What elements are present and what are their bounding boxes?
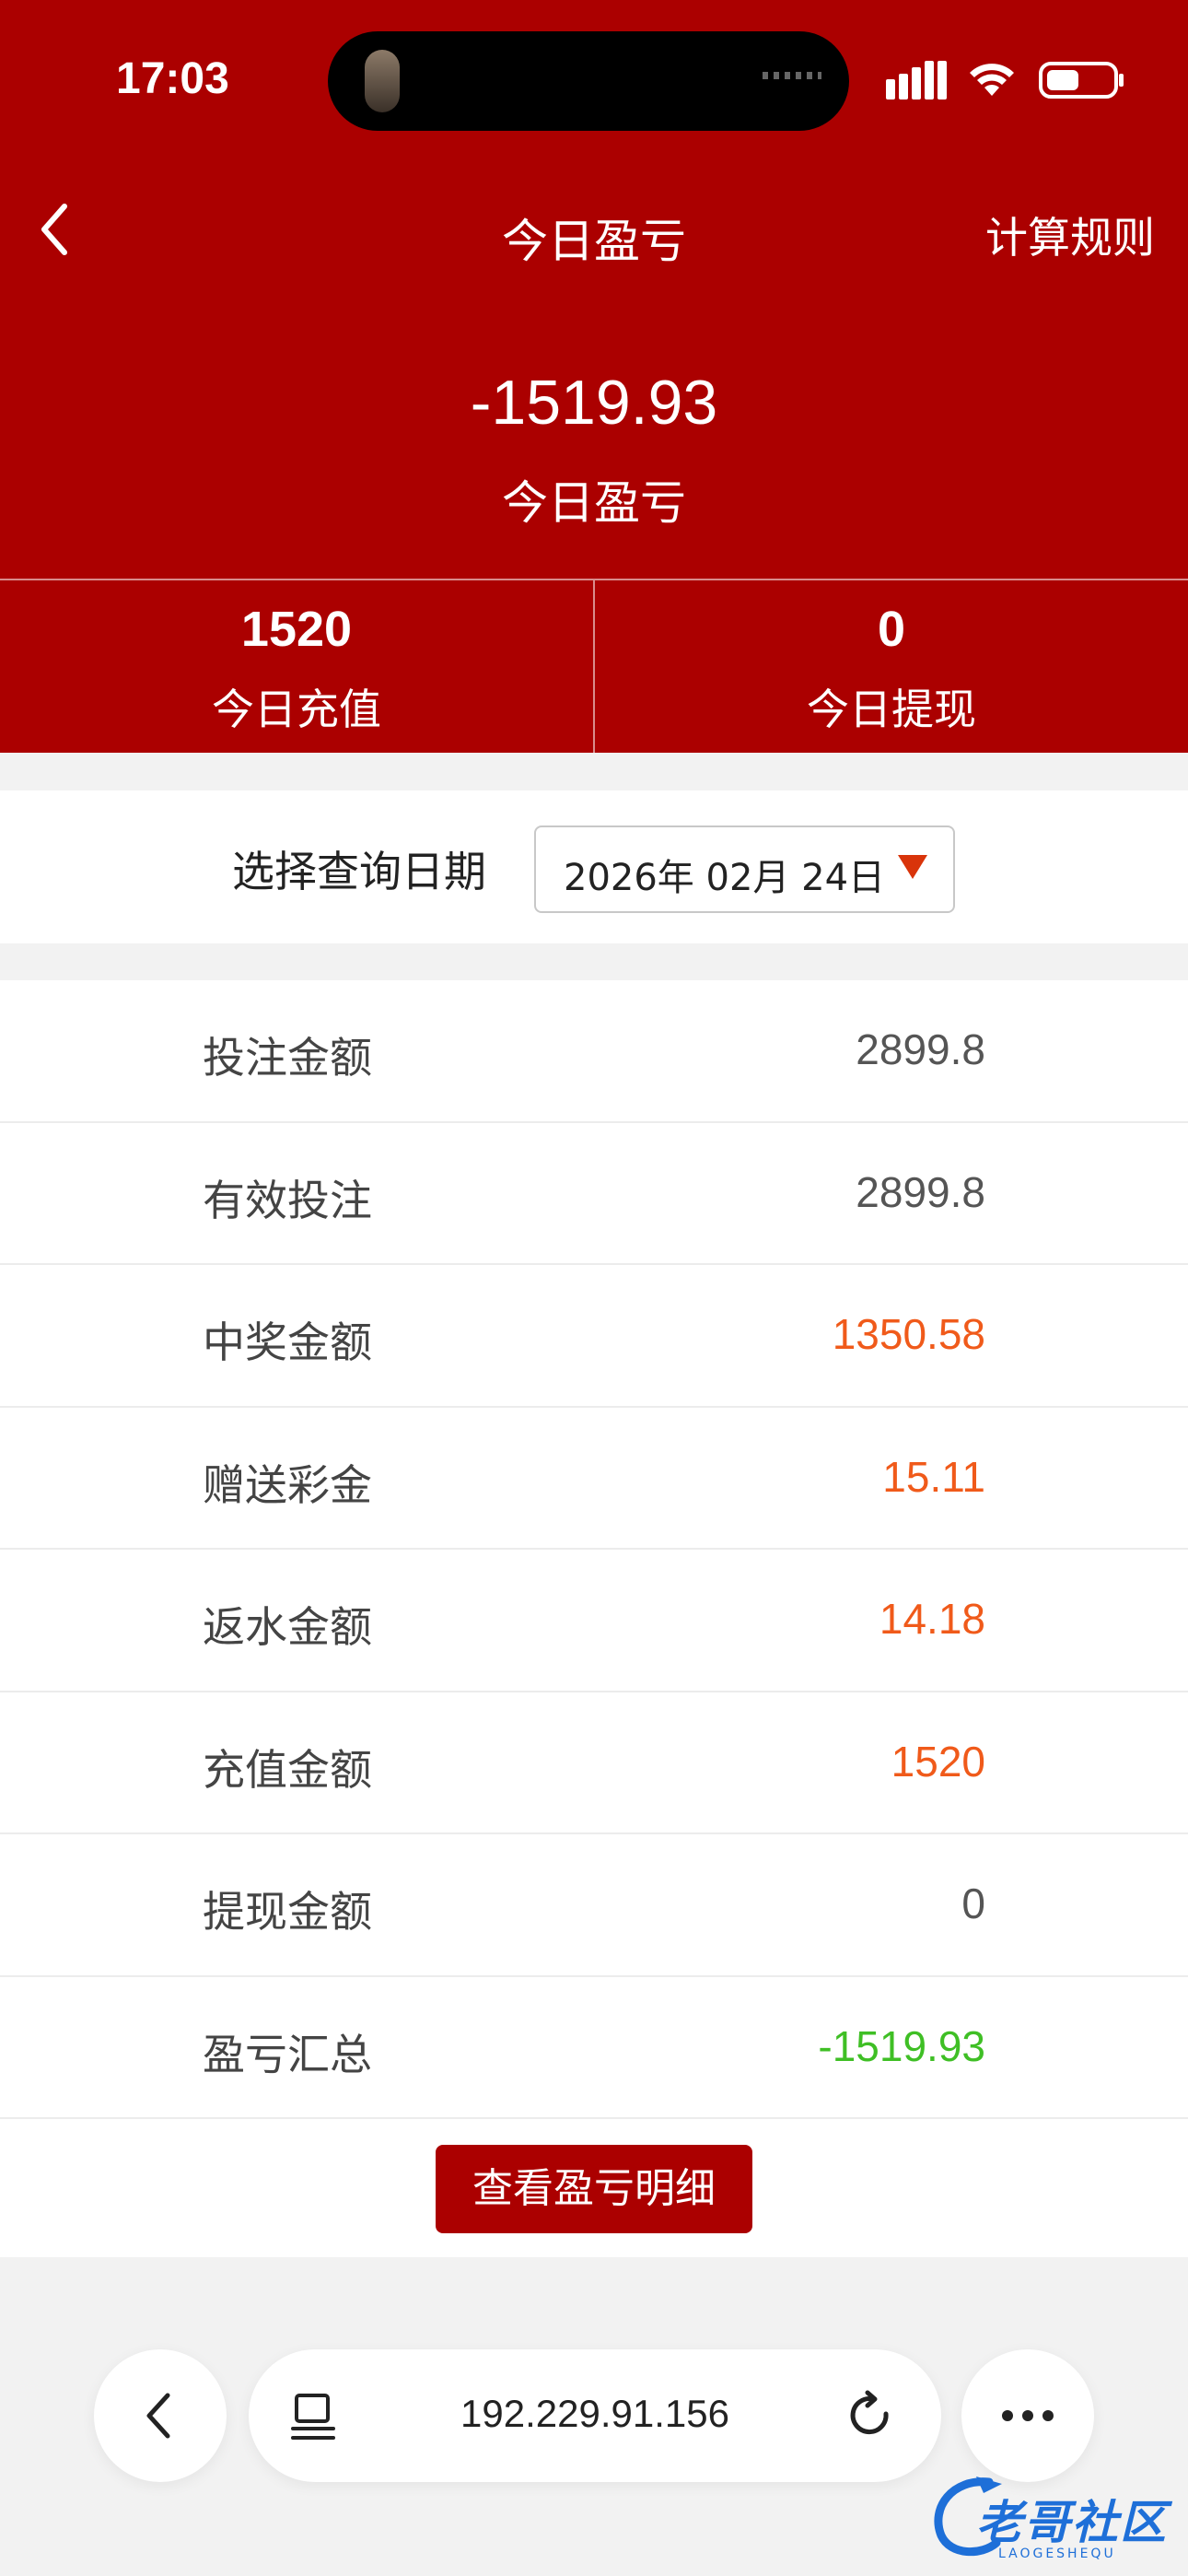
- url-text: 192.229.91.156: [460, 2392, 729, 2435]
- stat-recharge: 1520 今日充值: [0, 580, 593, 753]
- row-label: 充值金额: [203, 1744, 372, 1795]
- profit-detail-table: 投注金额 2899.8 有效投注 2899.8 中奖金额 1350.58 赠送彩…: [0, 980, 1188, 2257]
- row-label: 有效投注: [203, 1175, 372, 1225]
- cellular-signal-icon: [886, 61, 947, 100]
- reload-icon[interactable]: [845, 2390, 897, 2441]
- row-label: 盈亏汇总: [203, 2029, 372, 2079]
- table-row: 返水金额 14.18: [0, 1550, 1188, 1692]
- table-row: 提现金额 0: [0, 1834, 1188, 1977]
- watermark-logo: 老哥社区 LAOGESHEQU: [921, 2469, 1179, 2570]
- row-value: 2899.8: [856, 1025, 985, 1073]
- table-row: 赠送彩金 15.11: [0, 1408, 1188, 1550]
- table-row: 有效投注 2899.8: [0, 1123, 1188, 1265]
- stat-value: 0: [877, 602, 906, 657]
- row-label: 提现金额: [203, 1887, 372, 1937]
- header-panel: 17:03 今日盈亏 计算规则 -1519.93 今日盈亏 1520 今日充值 …: [0, 0, 1188, 753]
- stat-withdraw: 0 今日提现: [593, 580, 1188, 753]
- table-row: 充值金额 1520: [0, 1692, 1188, 1834]
- row-value: 15.11: [882, 1452, 985, 1501]
- browser-more-button[interactable]: [961, 2349, 1094, 2482]
- island-avatar: [365, 50, 400, 112]
- chevron-left-icon: [146, 2393, 170, 2439]
- row-value: 2899.8: [856, 1167, 985, 1216]
- wifi-icon: [970, 64, 1014, 96]
- date-select-value: 2026年 02月 24日: [564, 857, 886, 899]
- calculation-rules-link[interactable]: 计算规则: [985, 205, 1155, 265]
- row-value: 1520: [891, 1737, 985, 1786]
- watermark-subtitle: LAOGESHEQU: [998, 2547, 1116, 2561]
- today-profit-amount: -1519.93: [470, 368, 718, 438]
- date-select[interactable]: 2026年 02月 24日: [534, 825, 955, 913]
- date-filter-label: 选择查询日期: [232, 847, 486, 896]
- row-value: 1350.58: [832, 1310, 985, 1358]
- date-filter-panel: 选择查询日期 2026年 02月 24日: [0, 790, 1188, 943]
- row-label: 投注金额: [203, 1033, 372, 1083]
- table-row: 投注金额 2899.8: [0, 980, 1188, 1123]
- row-label: 赠送彩金: [203, 1459, 372, 1510]
- island-activity-indicator: [763, 72, 821, 79]
- stat-label: 今日提现: [807, 685, 976, 734]
- stat-label: 今日充值: [212, 685, 381, 734]
- row-label: 中奖金额: [203, 1317, 372, 1367]
- table-row: 盈亏汇总 -1519.93: [0, 1977, 1188, 2119]
- dropdown-caret-icon: [898, 855, 927, 879]
- row-value: 14.18: [879, 1595, 985, 1643]
- row-label: 返水金额: [203, 1602, 372, 1652]
- status-time: 17:03: [116, 54, 229, 103]
- table-row: 中奖金额 1350.58: [0, 1265, 1188, 1408]
- browser-address-bar[interactable]: 192.229.91.156: [249, 2349, 941, 2482]
- today-profit-label: 今日盈亏: [502, 476, 686, 530]
- row-value: 0: [961, 1879, 985, 1927]
- battery-icon: [1039, 62, 1124, 99]
- stats-row: 1520 今日充值 0 今日提现: [0, 579, 1188, 753]
- row-value: -1519.93: [818, 2021, 985, 2070]
- watermark-title: 老哥社区: [976, 2496, 1168, 2549]
- view-profit-detail-button[interactable]: 查看盈亏明细: [436, 2145, 752, 2233]
- more-dots-icon: [1002, 2410, 1054, 2421]
- dynamic-island: [328, 31, 849, 131]
- browser-back-button[interactable]: [94, 2349, 227, 2482]
- stat-value: 1520: [240, 602, 353, 657]
